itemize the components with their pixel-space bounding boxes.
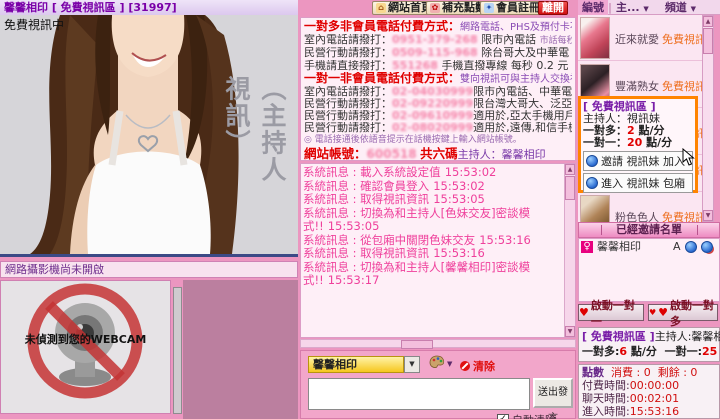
session-stats-panel: 點數 消費 : 0 剩餘 : 0 付費時間:00:00:00 聊天時間:00:0…	[578, 364, 720, 419]
female-icon: ♀	[581, 241, 593, 253]
heart-icon: ♥	[658, 306, 668, 319]
host-video-overlay-label: （主持人視訊）	[218, 75, 290, 195]
auto-clear-checkbox[interactable]: ✓	[497, 414, 509, 419]
invited-row[interactable]: ♀ 馨馨相印 A	[579, 239, 719, 255]
mouse-cursor	[682, 148, 696, 166]
pay-title-one: 一對一非會員電話付費方式：	[304, 72, 460, 85]
sender-select-arrow-icon[interactable]: ▼	[404, 356, 420, 373]
phone-number: 02-09220999	[392, 98, 473, 110]
chat-message-input[interactable]	[308, 378, 530, 410]
free-zone-popup: [ 免費視訊區 ] 主持人：視訊妹 一對多：2 點/分 一對一：20 點/分 邀…	[578, 96, 698, 193]
webcam-status-bar: 網路攝影機尚未開啟	[0, 261, 298, 278]
system-message: 系統訊息 : 切換為和主持人[色妹交友]密談模式!!15:53:05	[303, 207, 563, 234]
scroll-up-icon[interactable]: ▲	[565, 164, 575, 175]
host-video-panel: 免費視訊中 （主持人視訊）	[0, 15, 298, 257]
scroll-down-icon[interactable]: ▼	[703, 210, 713, 221]
phone-number: 0951-379-268	[392, 34, 478, 46]
lower-left-area	[183, 280, 298, 419]
invite-host-button[interactable]: 邀請 視訊妹 加入	[583, 151, 693, 171]
free-video-badge: 免費視訊	[662, 31, 706, 47]
phone-number: 551268	[392, 60, 438, 72]
enter-time-value: 15:53:16	[630, 405, 679, 418]
points-icon: ✿	[430, 3, 440, 13]
home-icon: ⌂	[376, 3, 386, 13]
phone-number: 02-08020999	[392, 122, 473, 134]
chevron-down-icon: ▼	[643, 5, 648, 13]
invited-list-panel: ♀ 馨馨相印 A	[578, 238, 720, 302]
current-room-info: [ 免費視訊區 ]主持人:馨馨相印 一對多:6 點/分 一對一:25 點/分	[578, 327, 720, 362]
start-one-on-one-button[interactable]: ♥ 啟動一對一	[578, 304, 644, 321]
message-scrollbar[interactable]: ▲ ▼	[564, 164, 575, 337]
payment-info-panel: 一對多非會員電話付費方式：網路電話、PHS及預付卡不可使 室內電話請撥打：095…	[300, 17, 576, 161]
system-message: 系統訊息 : 載入系統設定值15:53:02	[303, 166, 563, 180]
column-host-sort[interactable]: 主... ▼	[612, 0, 653, 15]
free-video-status-label: 免費視訊中	[4, 16, 64, 33]
system-message: 系統訊息 : 從包廂中關閉色妹交友15:53:16	[303, 234, 563, 248]
clear-chat-button[interactable]: 清除	[459, 358, 495, 374]
no-webcam-label: 未偵測到您的WEBCAM	[25, 331, 147, 347]
chat-time-value: 00:02:01	[630, 392, 679, 405]
site-account-number: 600518	[367, 147, 417, 161]
pay-title-many: 一對多非會員電話付費方式：	[304, 20, 460, 33]
host-list-header: 編號 | 主... ▼ 頻道 ▼	[578, 0, 720, 15]
scroll-thumb[interactable]	[565, 176, 575, 200]
system-message: 系統訊息 : 取得視訊資訊15:53:05	[303, 193, 563, 207]
host-thumbnail	[580, 17, 610, 59]
message-h-scrollbar[interactable]	[300, 339, 576, 348]
register-icon: ✦	[484, 3, 494, 13]
system-message: 系統訊息 : 確認會員登入15:53:02	[303, 180, 563, 194]
webcam-icon	[586, 155, 598, 167]
heart-icon: ♥	[649, 308, 656, 317]
palette-icon[interactable]	[429, 355, 445, 372]
no-entry-icon	[459, 360, 471, 372]
window-title: 馨馨相印 [ 免費視訊區 ] [31997]	[0, 0, 298, 15]
h-scroll-thumb[interactable]	[401, 340, 433, 349]
start-one-to-many-button[interactable]: ♥♥ 啟動一對多	[648, 304, 718, 321]
scroll-up-icon[interactable]: ▲	[703, 16, 713, 27]
send-message-button[interactable]: 送出發言	[533, 378, 573, 408]
scroll-thumb[interactable]	[703, 28, 713, 54]
chat-input-panel: 馨馨相印 ▼ ▼ 清除 送出發言 ✓ 自動清除	[300, 350, 576, 419]
palette-arrow-icon[interactable]: ▼	[447, 360, 452, 368]
grade-badge: A	[673, 239, 681, 254]
column-id: 編號	[578, 0, 608, 15]
invited-list-header: 已經邀請名單	[578, 222, 720, 238]
paid-time-value: 00:00:00	[630, 379, 679, 392]
enter-room-button[interactable]: 進入 視訊妹 包廂	[583, 173, 693, 193]
my-webcam-panel: 未偵測到您的WEBCAM	[0, 280, 171, 414]
phone-number: 02-09610999	[392, 110, 473, 122]
webcam-icon	[586, 177, 598, 189]
host-list-scrollbar[interactable]: ▲ ▼	[702, 15, 714, 222]
free-video-badge: 免費視訊	[662, 78, 706, 94]
register-button[interactable]: ✦ 會員註冊	[480, 1, 544, 15]
scroll-down-icon[interactable]: ▼	[565, 326, 575, 337]
phone-number: 02-04030999	[392, 86, 473, 98]
system-message: 系統訊息 : 取得視訊資訊15:53:16	[303, 247, 563, 261]
system-message-list: 系統訊息 : 載入系統設定值15:53:02 系統訊息 : 確認會員登入15:5…	[303, 166, 563, 335]
webcam-icon[interactable]	[685, 241, 697, 253]
host-row[interactable]: 近來就愛 免費視訊	[578, 15, 702, 61]
sender-select[interactable]: 馨馨相印	[308, 356, 404, 373]
phone-number: 0509-115-968	[392, 47, 478, 59]
chevron-down-icon: ▼	[691, 5, 696, 13]
heart-icon: ♥	[579, 306, 589, 319]
leave-button[interactable]: 離開	[538, 1, 568, 15]
site-account-label: 網站帳號：	[304, 146, 367, 161]
system-message: 系統訊息 : 切換為和主持人[馨馨相印]密談模式!!15:53:17	[303, 261, 563, 288]
auto-clear-option[interactable]: ✓ 自動清除	[497, 412, 556, 419]
system-message-panel: 系統訊息 : 載入系統設定值15:53:02 系統訊息 : 確認會員登入15:5…	[300, 163, 576, 338]
column-channel-filter[interactable]: 頻道 ▼	[661, 0, 700, 15]
webcam-red-icon[interactable]	[701, 241, 713, 253]
vertical-splitter-handle[interactable]	[173, 287, 182, 414]
phone-instruction-note: ◎ 電話接通後依語音提示在話機按鍵上輸入網站帳號。	[304, 134, 572, 146]
video-chat-app: 馨馨相印 [ 免費視訊區 ] [31997] 免費視訊中	[0, 0, 720, 419]
